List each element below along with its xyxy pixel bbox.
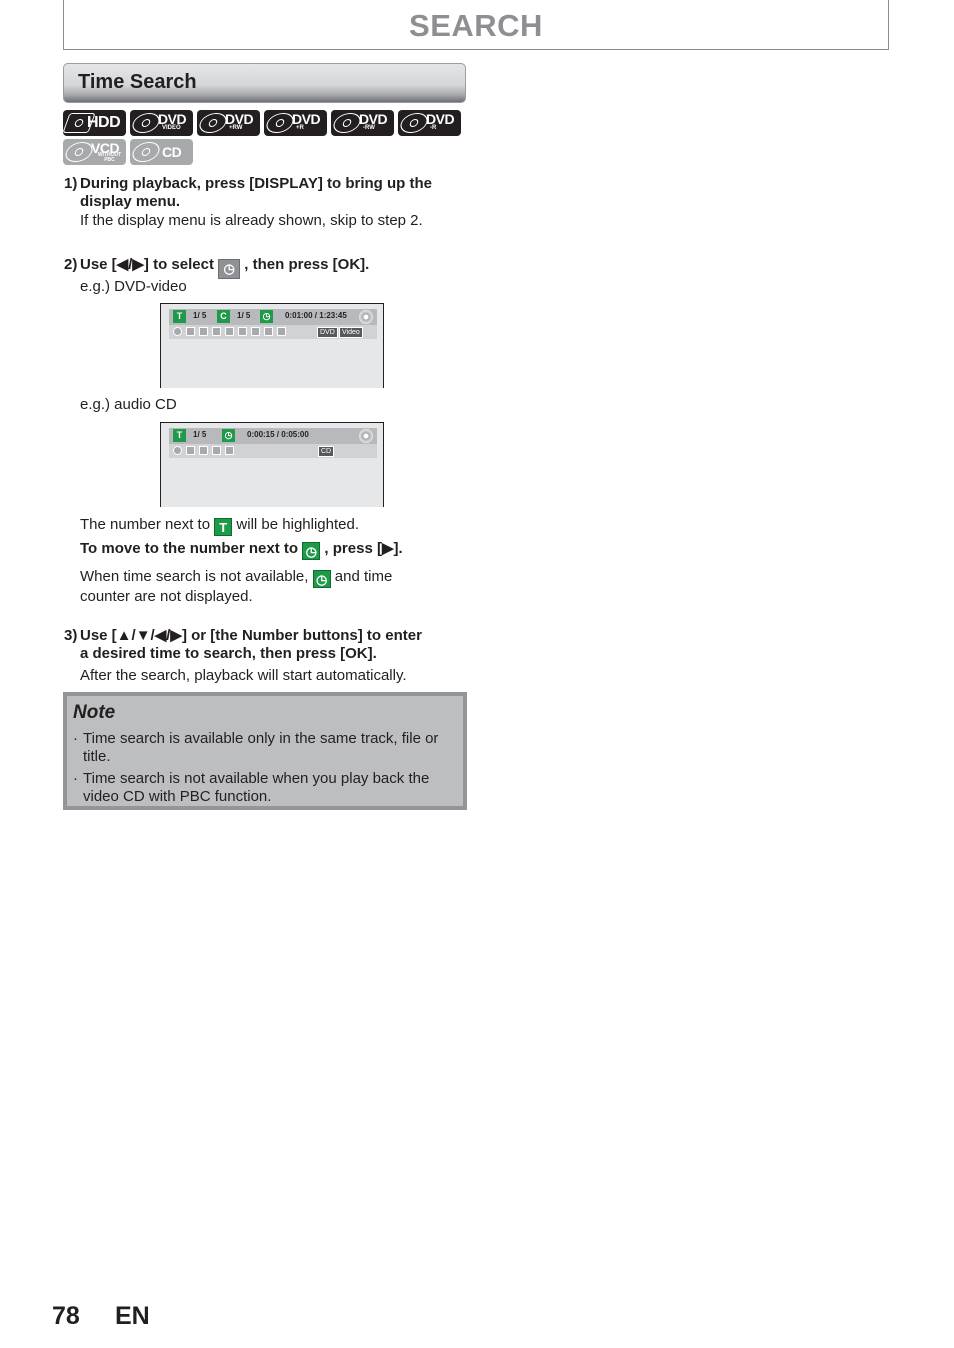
osd-top-bar: T 1/ 5 C 1/ 5 ◷ 0:01:00 / 1:23:45: [169, 309, 377, 325]
chapter-value: 1/ 5: [237, 311, 251, 320]
clock-icon: ◷: [312, 570, 331, 588]
step-2-heading: 2) Use [◀/▶] to select ◷ , then press [O…: [64, 256, 369, 279]
note-title: Note: [73, 702, 116, 723]
title-value: 1/ 5: [193, 430, 207, 439]
page-number: 78: [52, 1302, 80, 1330]
dvd-minus-rw-media-icon: DVD -RW: [331, 110, 394, 136]
step-1-number: 1): [64, 175, 78, 192]
hdd-media-icon: HDD: [63, 110, 126, 136]
osd-icon-bar: CD: [169, 444, 377, 458]
picture-icon: [277, 327, 286, 336]
media-icons-row-1: HDD DVD VIDEO DVD +RW DVD +R DVD -RW DVD -R: [63, 110, 461, 136]
picture-icon: [225, 446, 234, 455]
example-dvd-label: e.g.) DVD-video: [80, 278, 187, 295]
chapter-icon: C: [217, 310, 230, 323]
page-header: SEARCH: [63, 0, 889, 50]
video-tag: Video: [339, 327, 363, 338]
dvd-plus-r-media-icon: DVD +R: [264, 110, 327, 136]
step-1-heading: 1) During playback, press [DISPLAY] to b…: [64, 175, 432, 210]
title-value: 1/ 5: [193, 311, 207, 320]
time-counter: 0:00:15 / 0:05:00: [247, 430, 309, 439]
step-1-body: If the display menu is already shown, sk…: [80, 212, 423, 229]
note-item: · Time search is not available when you …: [73, 770, 430, 805]
page-title: SEARCH: [409, 8, 543, 43]
disc-icon: [359, 310, 373, 324]
angle-icon: [212, 327, 221, 336]
dvd-minus-r-media-icon: DVD -R: [398, 110, 461, 136]
time-counter: 0:01:00 / 1:23:45: [285, 311, 347, 320]
highlight-note: The number next to T will be highlighted…: [80, 516, 359, 536]
title-icon: T: [214, 518, 233, 536]
note-box: Note · Time search is available only in …: [63, 692, 467, 810]
subtitle-icon: [199, 327, 208, 336]
step-3-heading: 3) Use [▲/▼/◀/▶] or [the Number buttons]…: [64, 627, 422, 662]
disc-icon: [359, 429, 373, 443]
marker-icon: [238, 327, 247, 336]
ab-repeat-icon: [251, 327, 260, 336]
example-cd-label: e.g.) audio CD: [80, 396, 177, 413]
search-icon: [173, 327, 182, 336]
step-2-number: 2): [64, 256, 78, 273]
dvd-tag: DVD: [317, 327, 338, 338]
repeat-icon: [225, 327, 234, 336]
title-icon: T: [173, 310, 186, 323]
audio-icon: [186, 446, 195, 455]
move-instruction: To move to the number next to ◷ , press …: [80, 540, 403, 560]
osd-icon-bar: DVD Video: [169, 325, 377, 339]
unavailable-note: When time search is not available, ◷ and…: [80, 568, 393, 605]
audio-icon: [186, 327, 195, 336]
dvd-plus-rw-media-icon: DVD +RW: [197, 110, 260, 136]
osd-screen-cd: T 1/ 5 ◷ 0:00:15 / 0:05:00 CD: [160, 422, 384, 507]
osd-screen-dvd: T 1/ 5 C 1/ 5 ◷ 0:01:00 / 1:23:45 DVD Vi…: [160, 303, 384, 388]
language-label: EN: [115, 1302, 150, 1330]
time-search-icon: ◷: [218, 259, 241, 279]
note-item: · Time search is available only in the s…: [73, 730, 439, 765]
section-title: Time Search: [78, 71, 197, 93]
marker-icon: [212, 446, 221, 455]
media-icons-row-2: VCD WITHOUT PBC CD: [63, 139, 193, 165]
repeat-icon: [199, 446, 208, 455]
search-icon: [173, 446, 182, 455]
step-3-number: 3): [64, 627, 78, 644]
osd-top-bar: T 1/ 5 ◷ 0:00:15 / 0:05:00: [169, 428, 377, 444]
section-header: Time Search: [63, 63, 466, 103]
clock-icon: ◷: [222, 429, 235, 442]
step-3-body: After the search, playback will start au…: [80, 667, 407, 684]
clock-icon: ◷: [260, 310, 273, 323]
cd-tag: CD: [318, 446, 335, 457]
vcd-media-icon: VCD WITHOUT PBC: [63, 139, 126, 165]
zoom-icon: [264, 327, 273, 336]
title-icon: T: [173, 429, 186, 442]
cd-media-icon: CD: [130, 139, 193, 165]
dvd-video-media-icon: DVD VIDEO: [130, 110, 193, 136]
clock-icon: ◷: [302, 542, 321, 560]
